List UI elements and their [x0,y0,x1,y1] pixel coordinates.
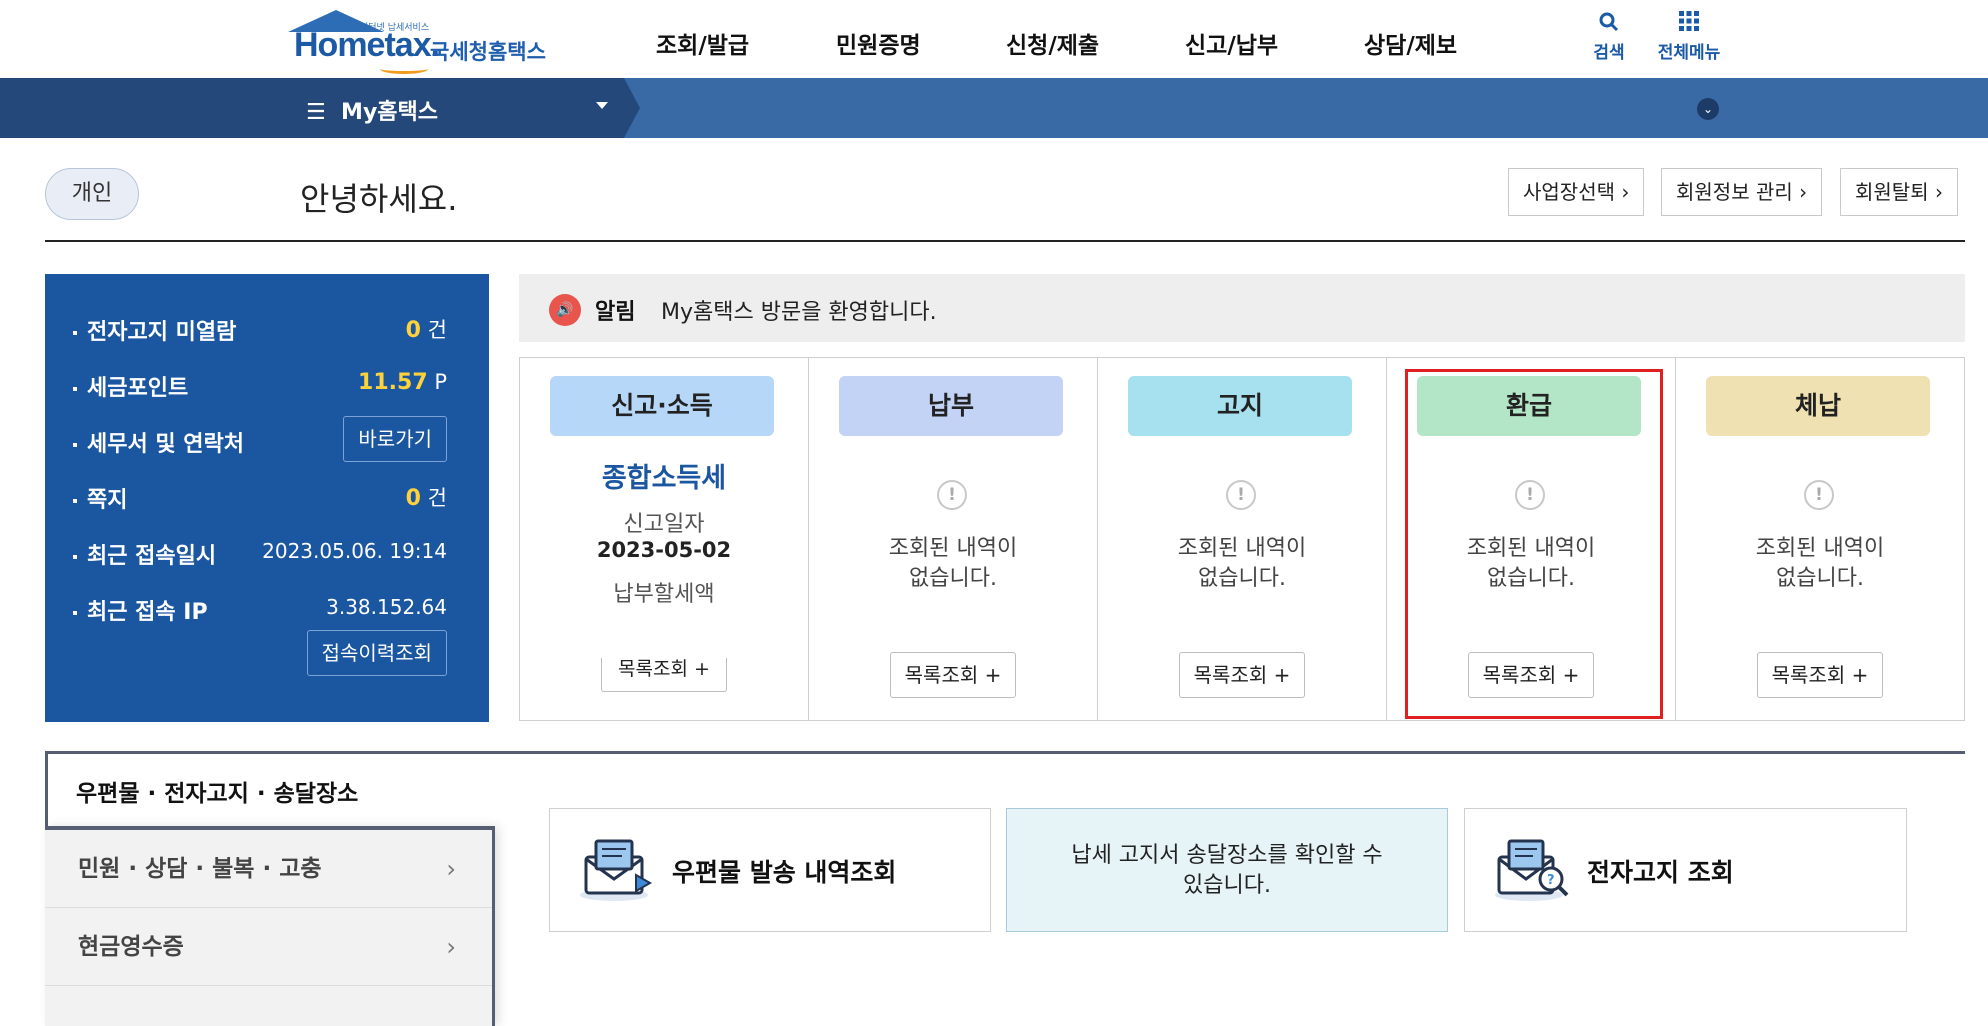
info-label-last-login: 최근 접속일시 [73,538,216,570]
logo-wordmark: Hometax. [294,26,440,64]
access-history-button[interactable]: 접속이력조회 [306,630,447,676]
messages-count[interactable]: 0 건 [406,482,447,512]
info-label-tax-office: 세무서 및 연락처 [73,426,244,458]
unread-notice-count[interactable]: 0 건 [406,314,447,344]
card-notice: 고지 ! 조회된 내역이 없습니다. 목록조회 + [1098,358,1387,720]
logo-subtitle: 국세청홈택스 [430,40,546,64]
mail-send-icon [578,837,656,903]
select-business-label: 사업장선택 [1523,180,1615,204]
info-label-messages: 쪽지 [73,482,127,514]
gnb-item-application[interactable]: 신청/제출 [1006,26,1099,60]
side-item-petition[interactable]: 민원 · 상담 · 불복 · 고충 › [45,830,492,908]
member-type-badge: 개인 [45,168,139,220]
megaphone-icon: 🔊 [549,294,581,326]
notice-bar: 🔊 알림 My홈택스 방문을 환영합니다. [519,274,1965,342]
svg-text:?: ? [1547,873,1555,888]
side-item-cash-receipt[interactable]: 현금영수증 › [45,908,492,986]
caret-down-icon[interactable] [596,102,608,109]
goto-tax-office-button[interactable]: 바로가기 [343,416,447,462]
notice-label: 알림 [595,300,636,325]
tax-points-value[interactable]: 11.57 P [358,370,447,395]
top-header: 인터넷 납세서비스 Hometax. 국세청홈택스 조회/발급 민원증명 신청/… [0,0,1988,78]
chevron-right-icon: › [1799,180,1808,204]
tab-mail-notice-delivery[interactable]: 우편물 · 전자고지 · 송달장소 [76,774,358,808]
list-view-button[interactable]: 목록조회 + [601,658,727,692]
search-label: 검색 [1593,43,1625,63]
card-header-payment[interactable]: 납부 [839,376,1063,436]
exclamation-icon: ! [937,480,967,510]
filing-date-label: 신고일자 [623,512,705,537]
card-payment: 납부 ! 조회된 내역이 없습니다. 목록조회 + [809,358,1098,720]
info-label-unread-notice: 전자고지 미열람 [73,314,236,346]
withdraw-button[interactable]: 회원탈퇴 › [1840,168,1958,216]
side-menu: 민원 · 상담 · 불복 · 고충 › 현금영수증 › [45,826,495,1026]
filing-date-value: 2023-05-02 [596,538,732,562]
status-cards: 신고·소득 종합소득세 신고일자 2023-05-02 납부할세액 목록조회 +… [519,357,1965,721]
user-info-panel: 전자고지 미열람 0 건 세금포인트 11.57 P 세무서 및 연락처 바로가… [45,274,489,722]
list-view-button[interactable]: 목록조회 + [1179,652,1305,698]
search-icon [1588,10,1630,38]
chevron-right-icon: › [446,933,456,961]
card-header-notice[interactable]: 고지 [1128,376,1352,436]
my-hometax-label: My홈택스 [341,100,439,125]
greeting-text: 안녕하세요. [300,180,458,218]
empty-message: 조회된 내역이 없습니다. [888,536,1018,591]
empty-message: 조회된 내역이 없습니다. [1755,536,1885,591]
mail-history-button[interactable]: 우편물 발송 내역조회 [549,808,991,932]
card-filing-income: 신고·소득 종합소득세 신고일자 2023-05-02 납부할세액 목록조회 + [520,358,809,720]
gnb-item-inquiry[interactable]: 조회/발급 [656,26,749,60]
exclamation-icon: ! [1226,480,1256,510]
last-login-time: 2023.05.06. 19:14 [262,539,447,563]
card-header-filing-income[interactable]: 신고·소득 [550,376,774,436]
delivery-place-text: 납세 고지서 송달장소를 확인할 수 있습니다. [1071,843,1383,898]
empty-message: 조회된 내역이 없습니다. [1177,536,1307,591]
notice-text: My홈택스 방문을 환영합니다. [661,300,937,325]
search-button[interactable]: 검색 [1588,10,1630,63]
tax-due-label: 납부할세액 [613,582,715,607]
mail-history-label: 우편물 발송 내역조회 [672,858,897,887]
e-notice-inquiry-label: 전자고지 조회 [1587,858,1734,887]
grid-menu-icon [1652,10,1726,38]
select-business-button[interactable]: 사업장선택 › [1508,168,1645,216]
withdraw-label: 회원탈퇴 [1855,180,1929,204]
sub-navbar: ☰ My홈택스 ⌄ [0,78,1988,138]
side-item-label: 민원 · 상담 · 불복 · 고충 [78,856,322,882]
hometax-logo[interactable]: 인터넷 납세서비스 Hometax. 국세청홈택스 [284,6,564,74]
card-header-arrears[interactable]: 체납 [1706,376,1930,436]
exclamation-icon: ! [1804,480,1834,510]
refund-highlight-box [1405,369,1663,719]
mail-search-icon: ? [1493,837,1571,903]
gnb-item-consulting[interactable]: 상담/제보 [1364,26,1457,60]
chevron-down-circle-icon[interactable]: ⌄ [1697,98,1719,120]
chevron-right-icon: › [1934,180,1943,204]
gnb-item-filing[interactable]: 신고/납부 [1185,26,1278,60]
chevron-right-icon: › [1621,180,1630,204]
all-menu-label: 전체메뉴 [1657,43,1721,63]
last-login-ip: 3.38.152.64 [326,595,447,619]
card-tax-type[interactable]: 종합소득세 [520,456,808,495]
e-notice-inquiry-button[interactable]: ? 전자고지 조회 [1464,808,1907,932]
list-view-button[interactable]: 목록조회 + [1757,652,1883,698]
info-label-tax-points: 세금포인트 [73,370,188,402]
list-view-button[interactable]: 목록조회 + [890,652,1016,698]
divider [45,240,1965,242]
card-arrears: 체납 ! 조회된 내역이 없습니다. 목록조회 + [1676,358,1965,720]
delivery-place-info: 납세 고지서 송달장소를 확인할 수 있습니다. [1006,808,1448,932]
side-item-label: 현금영수증 [78,934,184,960]
my-hometax-menu[interactable]: ☰ My홈택스 [306,94,438,126]
info-label-last-ip: 최근 접속 IP [73,594,208,626]
member-info-label: 회원정보 관리 [1676,180,1793,204]
logo-swoosh-icon [380,64,428,74]
gnb-item-certificate[interactable]: 민원증명 [836,26,921,60]
chevron-right-icon: › [446,855,456,883]
hamburger-icon: ☰ [306,100,342,125]
member-info-button[interactable]: 회원정보 관리 › [1661,168,1823,216]
all-menu-button[interactable]: 전체메뉴 [1652,10,1726,63]
